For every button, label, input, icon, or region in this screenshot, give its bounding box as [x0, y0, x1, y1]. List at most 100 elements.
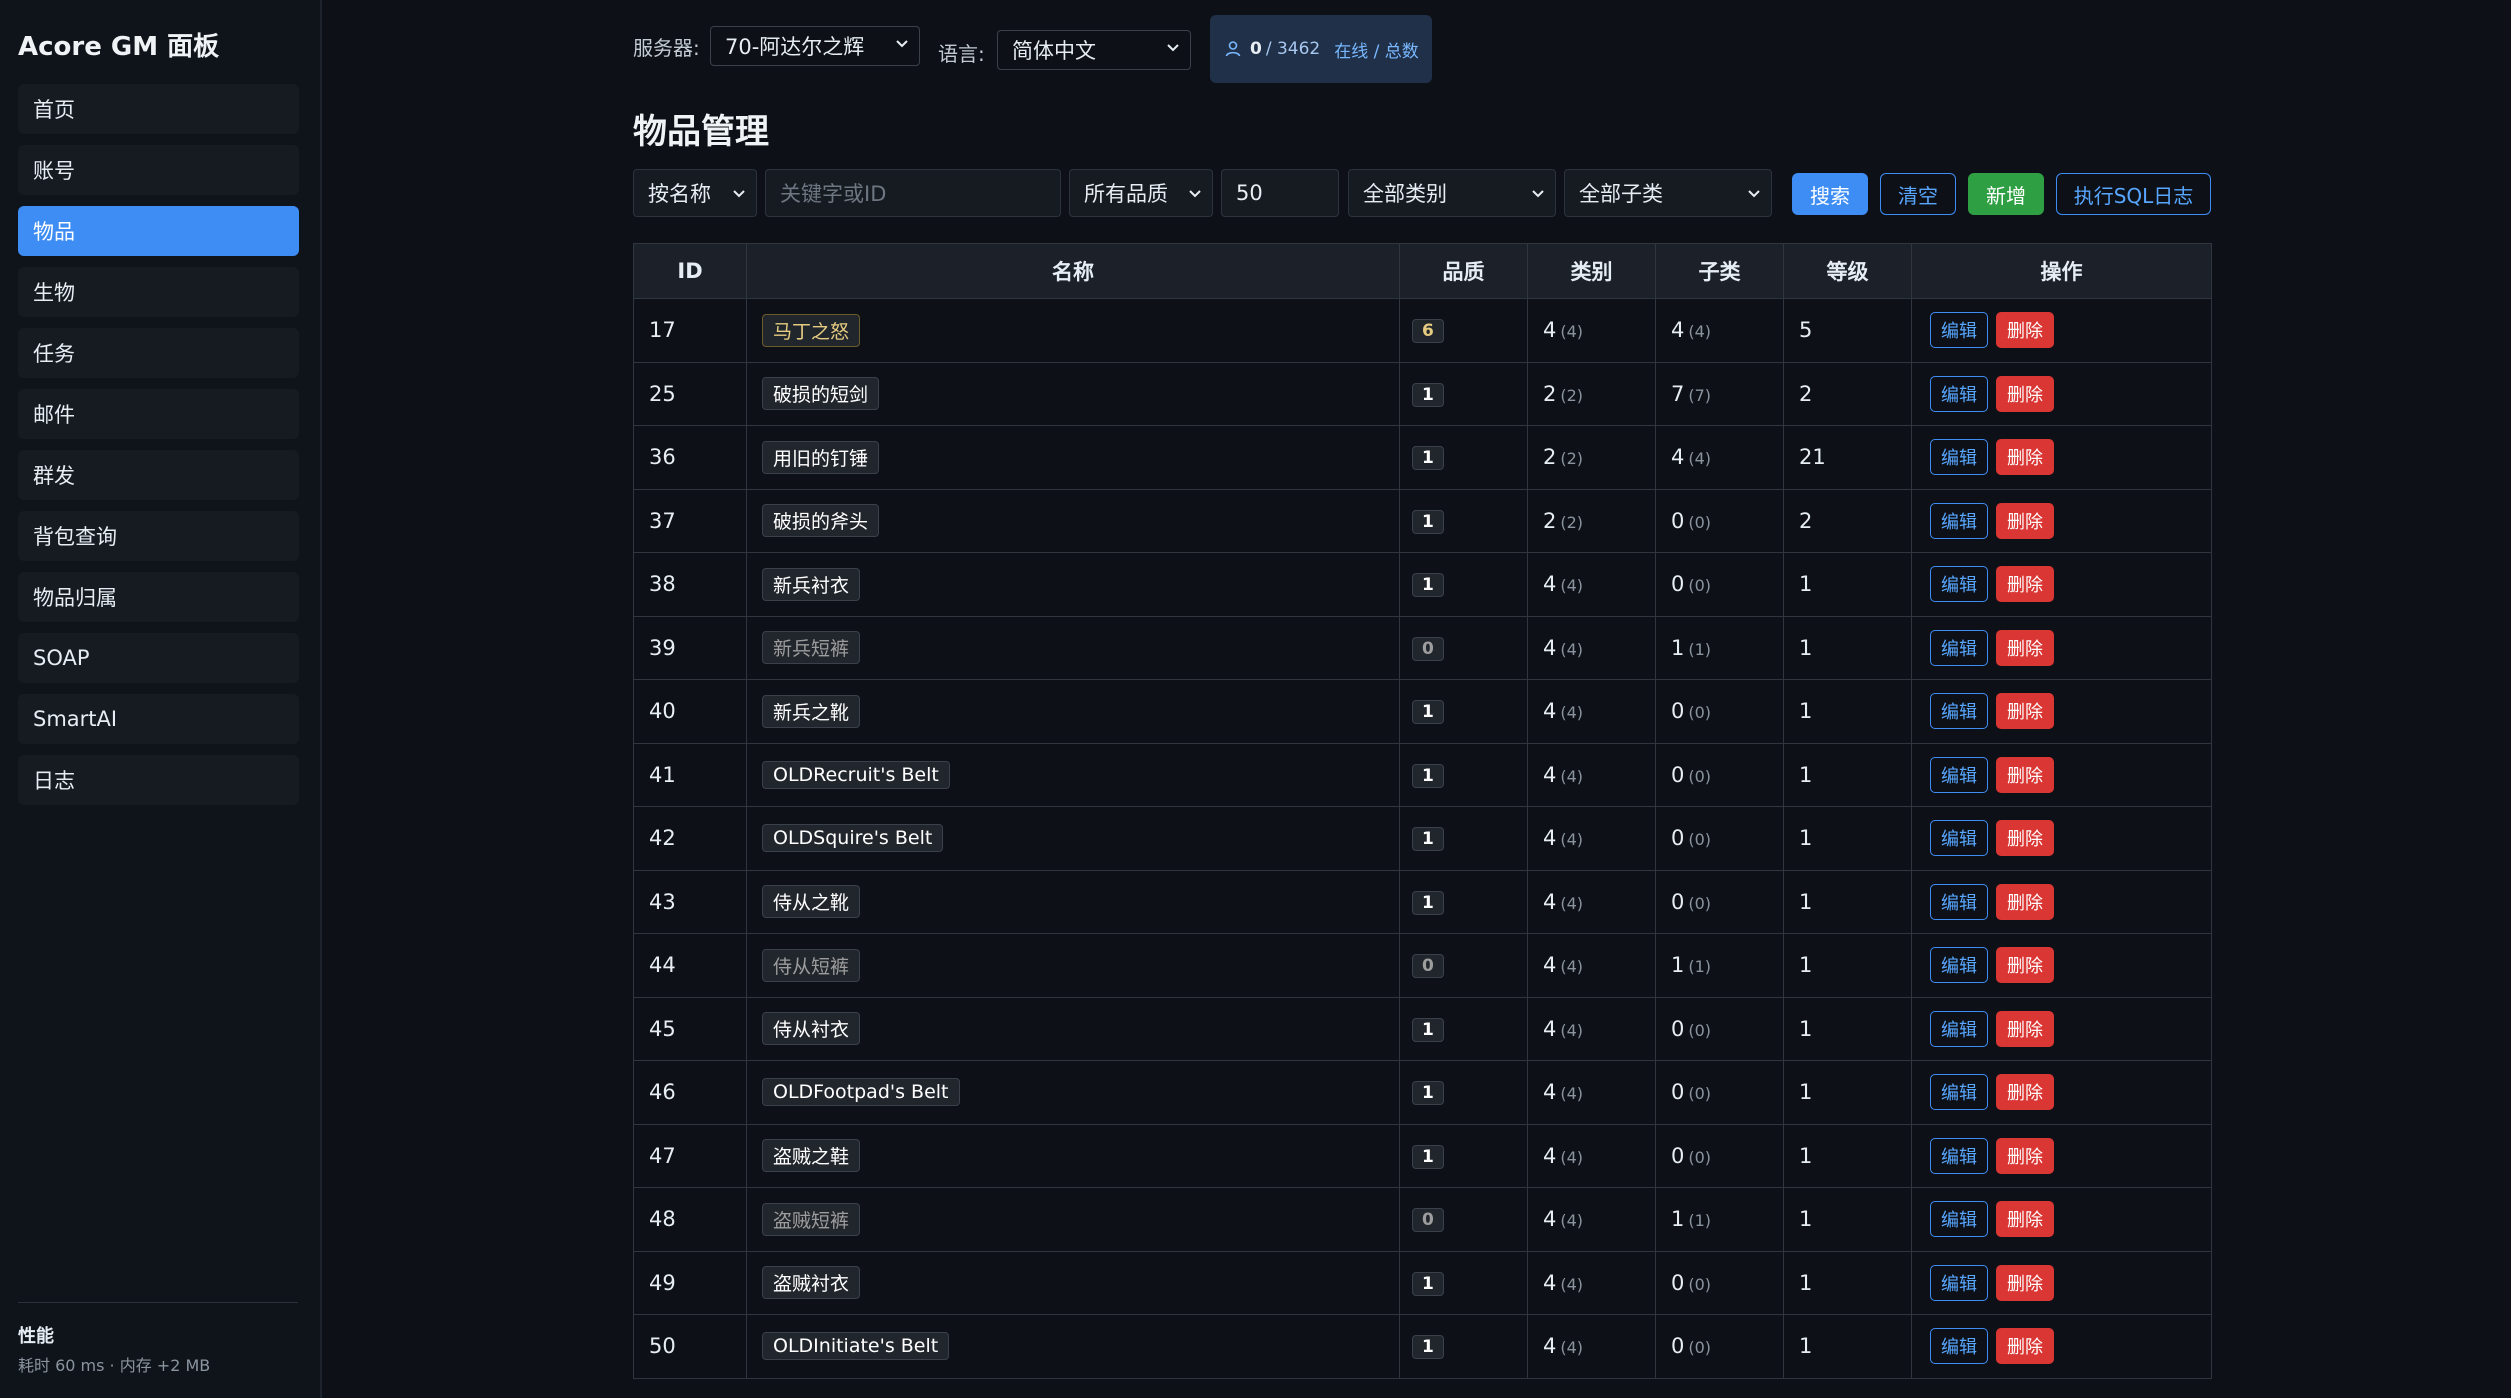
- item-id-cell: 40: [633, 679, 747, 744]
- item-actions-cell: 编辑 删除: [1911, 869, 2212, 934]
- item-name[interactable]: 侍从短裤: [762, 948, 861, 982]
- chevron-down-icon: [1186, 184, 1204, 202]
- quality-select[interactable]: 所有品质: [1069, 169, 1213, 217]
- delete-button[interactable]: 删除: [1996, 566, 2054, 603]
- add-button[interactable]: 新增: [1968, 173, 2044, 215]
- edit-button[interactable]: 编辑: [1930, 439, 1988, 476]
- item-name[interactable]: 用旧的钉锤: [762, 440, 880, 474]
- delete-button[interactable]: 删除: [1996, 756, 2054, 793]
- edit-button[interactable]: 编辑: [1930, 1201, 1988, 1238]
- delete-button[interactable]: 删除: [1996, 1010, 2054, 1047]
- edit-button[interactable]: 编辑: [1930, 1264, 1988, 1301]
- sql-log-button[interactable]: 执行SQL日志: [2056, 173, 2211, 215]
- item-actions-cell: 编辑 删除: [1911, 488, 2212, 553]
- item-actions-cell: 编辑 删除: [1911, 1187, 2212, 1252]
- edit-button[interactable]: 编辑: [1930, 502, 1988, 539]
- quality-badge: 1: [1412, 1017, 1444, 1042]
- edit-button[interactable]: 编辑: [1930, 312, 1988, 349]
- delete-button[interactable]: 删除: [1996, 1074, 2054, 1111]
- sidebar-item-mass-mail[interactable]: 群发: [18, 450, 299, 500]
- subcategory-select[interactable]: 全部子类: [1564, 169, 1772, 217]
- sidebar-item-items[interactable]: 物品: [18, 206, 299, 256]
- edit-button[interactable]: 编辑: [1930, 693, 1988, 730]
- clear-button[interactable]: 清空: [1880, 173, 1956, 215]
- item-id-cell: 38: [633, 552, 747, 617]
- edit-button[interactable]: 编辑: [1930, 1328, 1988, 1365]
- delete-button[interactable]: 删除: [1996, 375, 2054, 412]
- edit-button[interactable]: 编辑: [1930, 820, 1988, 857]
- sidebar-item-item-ownership[interactable]: 物品归属: [18, 572, 299, 622]
- delete-button[interactable]: 删除: [1996, 629, 2054, 666]
- item-actions-cell: 编辑 删除: [1911, 1250, 2212, 1315]
- edit-button[interactable]: 编辑: [1930, 1137, 1988, 1174]
- column-header-name[interactable]: 名称: [746, 243, 1400, 299]
- delete-button[interactable]: 删除: [1996, 947, 2054, 984]
- quality-badge: 1: [1412, 1335, 1444, 1360]
- delete-button[interactable]: 删除: [1996, 502, 2054, 539]
- chevron-down-icon: [1164, 38, 1182, 56]
- item-name[interactable]: 侍从之靴: [762, 885, 861, 919]
- column-header-level[interactable]: 等级: [1783, 243, 1912, 299]
- sidebar-item-soap[interactable]: SOAP: [18, 633, 299, 683]
- item-class: 4: [1543, 635, 1557, 660]
- column-header-class[interactable]: 类别: [1527, 243, 1656, 299]
- item-name[interactable]: 盗贼之鞋: [762, 1139, 861, 1173]
- delete-button[interactable]: 删除: [1996, 693, 2054, 730]
- item-subclass: 1: [1671, 953, 1685, 978]
- item-name[interactable]: 破损的短剑: [762, 377, 880, 411]
- item-name-cell: OLDFootpad's Belt: [746, 1060, 1400, 1125]
- delete-button[interactable]: 删除: [1996, 439, 2054, 476]
- server-select[interactable]: 70-阿达尔之辉: [710, 26, 920, 66]
- item-id-cell: 49: [633, 1250, 747, 1315]
- sidebar-item-logs[interactable]: 日志: [18, 755, 299, 805]
- column-header-quality[interactable]: 品质: [1399, 243, 1528, 299]
- language-select[interactable]: 简体中文: [997, 30, 1191, 70]
- delete-button[interactable]: 删除: [1996, 1264, 2054, 1301]
- delete-button[interactable]: 删除: [1996, 1328, 2054, 1365]
- item-subclass-cell: 0 (0): [1655, 552, 1784, 617]
- item-name-cell: 盗贼衬衣: [746, 1250, 1400, 1315]
- item-name[interactable]: 破损的斧头: [762, 504, 880, 538]
- item-name[interactable]: 盗贼短裤: [762, 1202, 861, 1236]
- sidebar-item-smartai[interactable]: SmartAI: [18, 694, 299, 744]
- delete-button[interactable]: 删除: [1996, 1201, 2054, 1238]
- item-class-cell: 4 (4): [1527, 298, 1656, 363]
- edit-button[interactable]: 编辑: [1930, 1010, 1988, 1047]
- delete-button[interactable]: 删除: [1996, 312, 2054, 349]
- edit-button[interactable]: 编辑: [1930, 1074, 1988, 1111]
- edit-button[interactable]: 编辑: [1930, 883, 1988, 920]
- edit-button[interactable]: 编辑: [1930, 566, 1988, 603]
- item-actions-cell: 编辑 删除: [1911, 615, 2212, 680]
- item-name[interactable]: 新兵衬衣: [762, 567, 861, 601]
- delete-button[interactable]: 删除: [1996, 820, 2054, 857]
- sidebar-item-bag-query[interactable]: 背包查询: [18, 511, 299, 561]
- item-name[interactable]: OLDFootpad's Belt: [762, 1078, 960, 1107]
- edit-button[interactable]: 编辑: [1930, 756, 1988, 793]
- item-name[interactable]: 新兵之靴: [762, 694, 861, 728]
- item-name[interactable]: OLDRecruit's Belt: [762, 760, 950, 789]
- edit-button[interactable]: 编辑: [1930, 375, 1988, 412]
- column-header-subclass[interactable]: 子类: [1655, 243, 1784, 299]
- sidebar-item-accounts[interactable]: 账号: [18, 145, 299, 195]
- sidebar-item-mail[interactable]: 邮件: [18, 389, 299, 439]
- limit-input[interactable]: 50: [1221, 169, 1339, 217]
- item-name[interactable]: 马丁之怒: [762, 313, 861, 347]
- item-name[interactable]: OLDInitiate's Belt: [762, 1332, 950, 1361]
- search-button[interactable]: 搜索: [1792, 173, 1868, 215]
- keyword-input[interactable]: 关键字或ID: [765, 169, 1061, 217]
- delete-button[interactable]: 删除: [1996, 1137, 2054, 1174]
- search-mode-select[interactable]: 按名称: [633, 169, 757, 217]
- delete-button[interactable]: 删除: [1996, 883, 2054, 920]
- edit-button[interactable]: 编辑: [1930, 629, 1988, 666]
- category-select[interactable]: 全部类别: [1348, 169, 1556, 217]
- sidebar-item-home[interactable]: 首页: [18, 84, 299, 134]
- item-name[interactable]: OLDSquire's Belt: [762, 824, 944, 853]
- item-name[interactable]: 新兵短裤: [762, 631, 861, 665]
- item-name[interactable]: 盗贼衬衣: [762, 1266, 861, 1300]
- sidebar-item-quests[interactable]: 任务: [18, 328, 299, 378]
- sidebar-item-creatures[interactable]: 生物: [18, 267, 299, 317]
- edit-button[interactable]: 编辑: [1930, 947, 1988, 984]
- item-id-cell: 45: [633, 996, 747, 1061]
- column-header-id[interactable]: ID: [633, 243, 747, 299]
- item-name[interactable]: 侍从衬衣: [762, 1012, 861, 1046]
